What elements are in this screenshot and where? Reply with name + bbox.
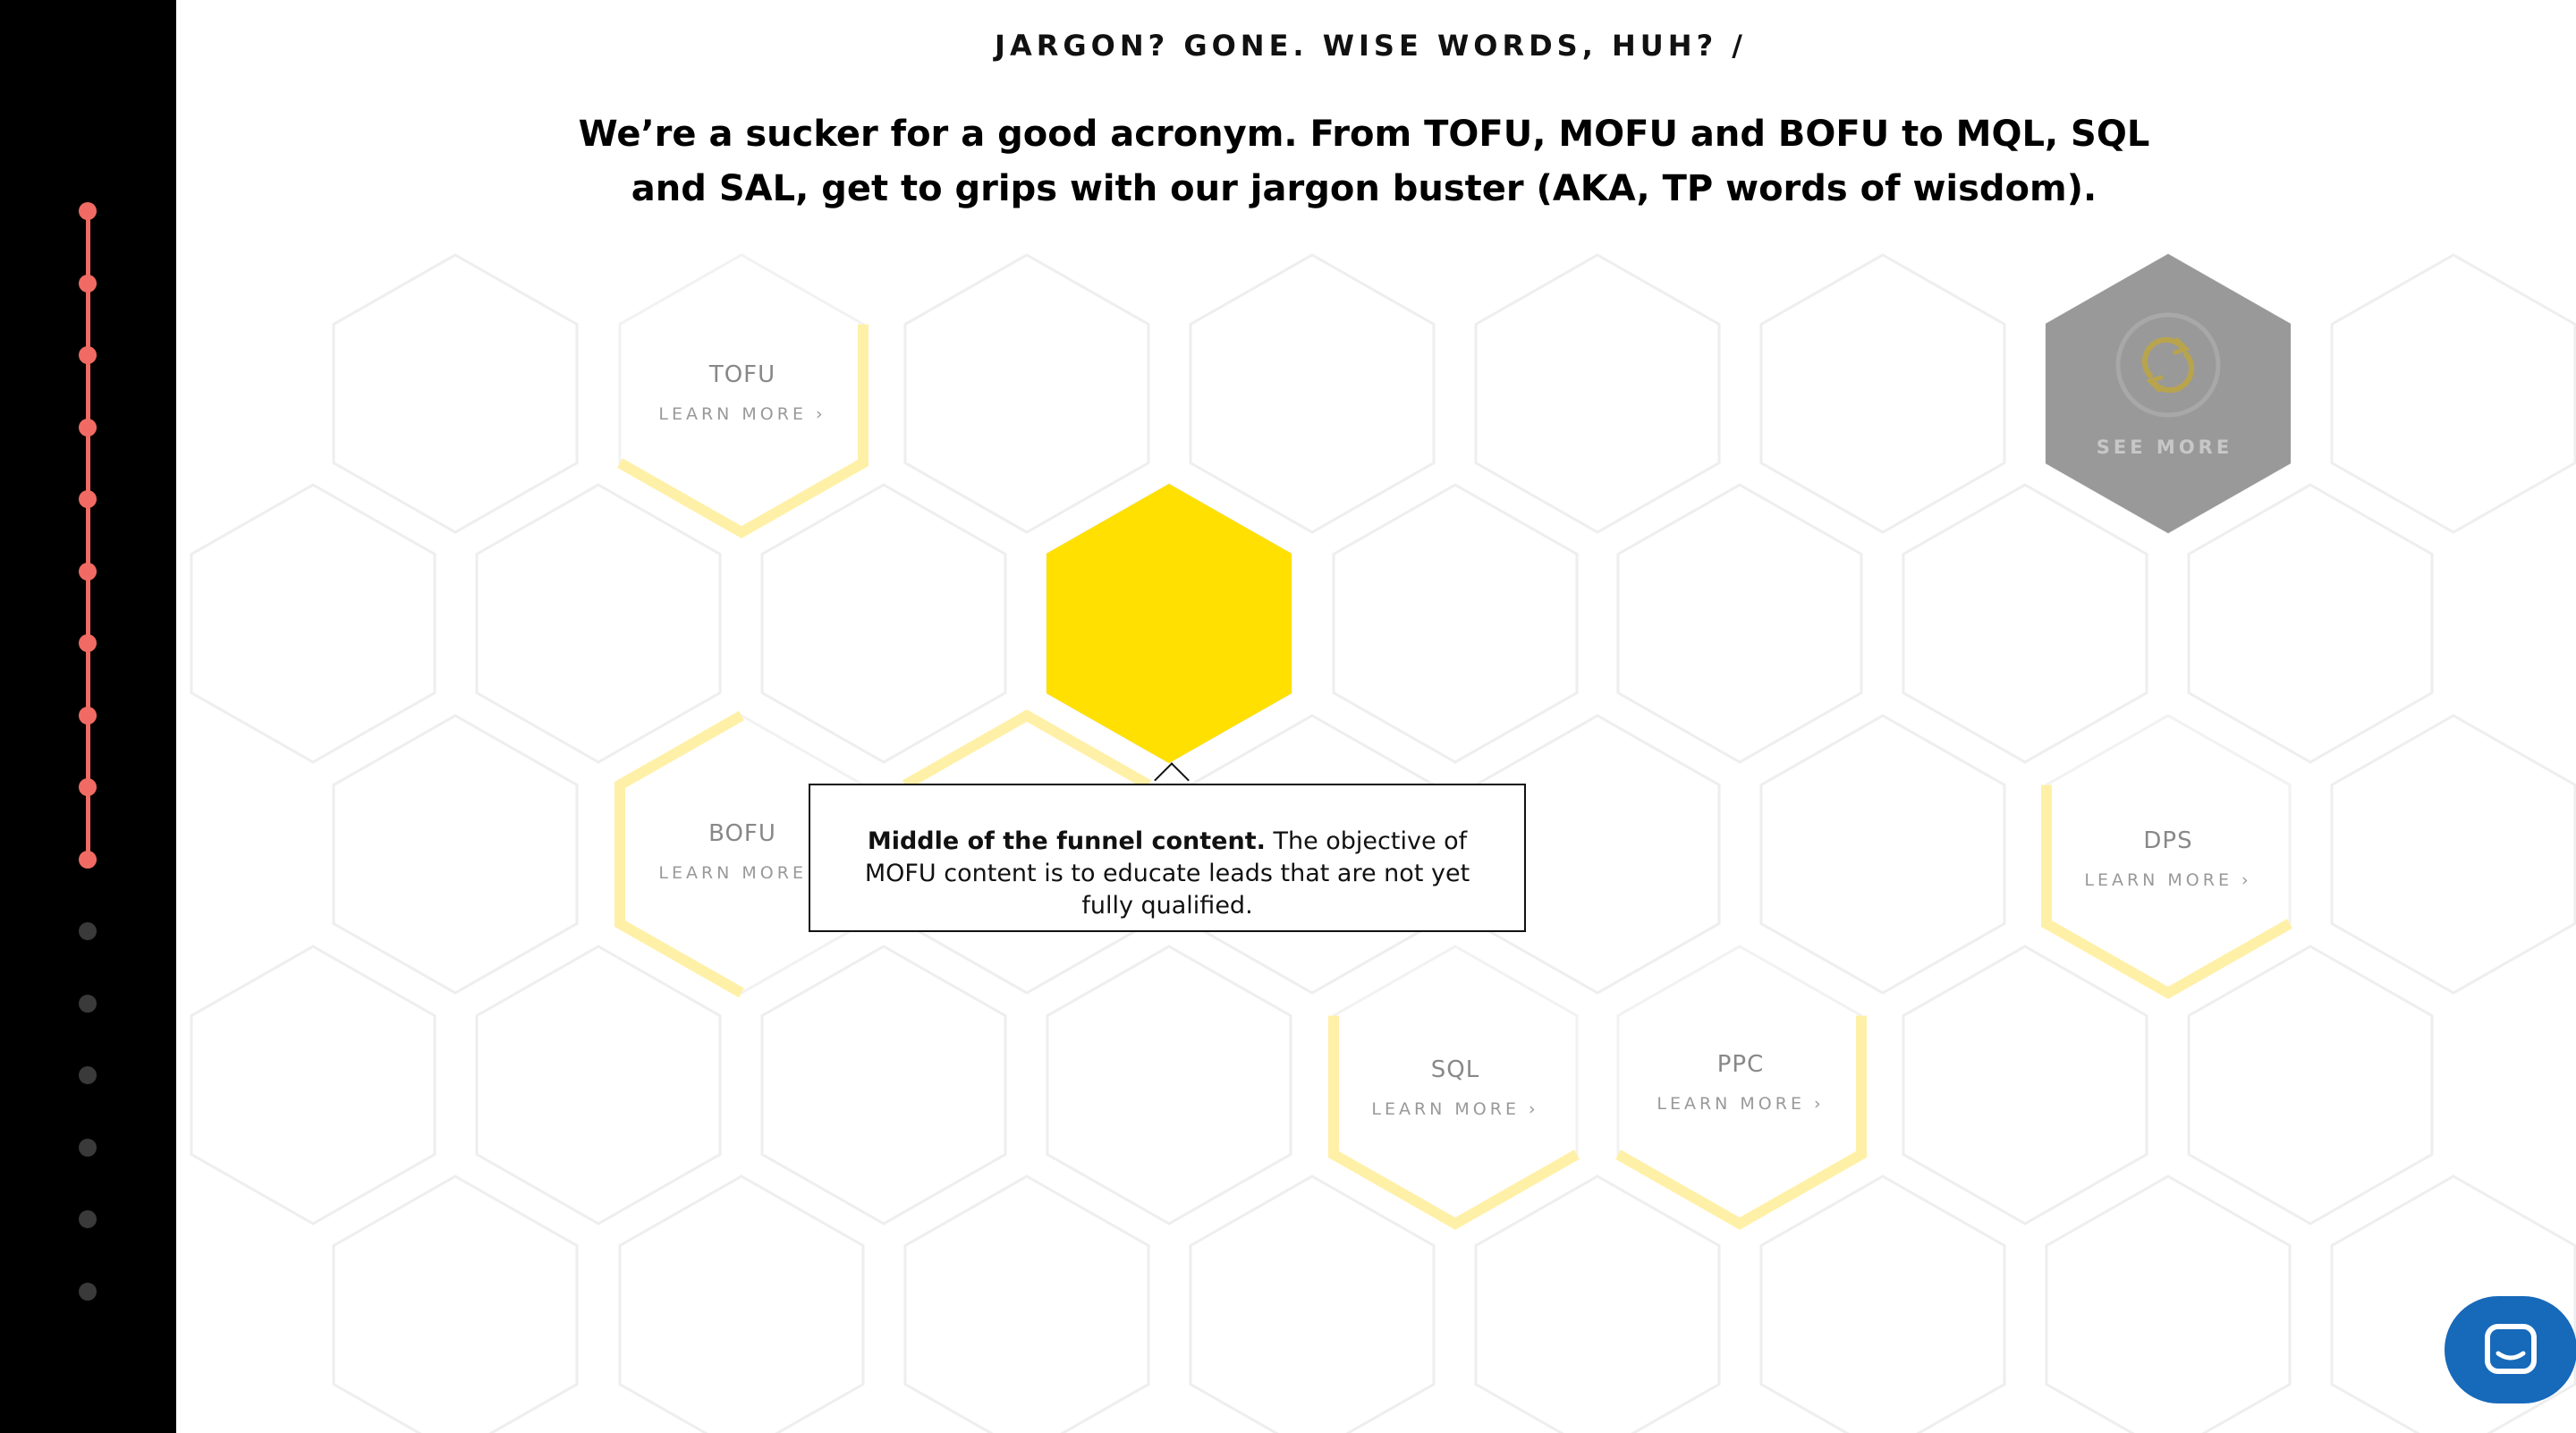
hexagon-cell xyxy=(2045,1174,2292,1433)
hexagon-cell xyxy=(2187,945,2434,1225)
section-intro: We’re a sucker for a good acronym. From … xyxy=(578,114,2150,209)
hexagon-cell xyxy=(2330,714,2576,995)
hexagon-cell xyxy=(475,483,722,764)
hexagon-cell xyxy=(1759,1174,2006,1433)
hexagon-cell xyxy=(1189,253,1436,534)
learn-more-link[interactable]: LEARN MORE › xyxy=(2043,870,2293,890)
hexagon-cell xyxy=(190,945,436,1225)
term-label: DPS xyxy=(2143,827,2193,854)
hexagon-cell xyxy=(760,483,1007,764)
hexagon-cell xyxy=(1474,253,1721,534)
term-ppc[interactable]: PPC LEARN MORE › xyxy=(1615,1051,1866,1114)
section-heading: JARGON? GONE. WISE WORDS, HUH? / xyxy=(995,29,1747,63)
hexagon-cell xyxy=(760,945,1007,1225)
hexagon-cell xyxy=(2187,483,2434,764)
hexagon-cell xyxy=(190,483,436,764)
hexagon-cell xyxy=(2330,253,2576,534)
mofu-hexagon xyxy=(1046,483,1292,764)
hexagon-cell xyxy=(1332,483,1579,764)
hexagon-cell xyxy=(475,945,722,1225)
hexagon-cell xyxy=(903,1174,1150,1433)
learn-more-link[interactable]: LEARN MORE › xyxy=(1330,1099,1580,1119)
hexagon-cell xyxy=(1759,253,2006,534)
hexagon-cell xyxy=(1616,483,1863,764)
term-tooltip: Middle of the funnel content. The object… xyxy=(809,784,1526,932)
term-label: PPC xyxy=(1716,1051,1765,1078)
term-tofu[interactable]: TOFU LEARN MORE › xyxy=(617,361,868,424)
learn-more-link[interactable]: LEARN MORE › xyxy=(617,404,868,424)
learn-more-link[interactable]: LEARN MORE › xyxy=(1615,1094,1866,1114)
tooltip-title: Middle of the funnel content. xyxy=(867,827,1266,855)
hexagon-cell xyxy=(1189,1174,1436,1433)
hexagon-cell xyxy=(332,253,579,534)
term-label: SQL xyxy=(1430,1056,1480,1083)
term-sql[interactable]: SQL LEARN MORE › xyxy=(1330,1056,1580,1119)
hexagon-cell xyxy=(1902,483,2148,764)
hexagon-cell xyxy=(618,1174,865,1433)
hexagon-cell xyxy=(903,253,1150,534)
hexagon-cell xyxy=(1902,945,2148,1225)
see-more-button[interactable]: SEE MORE xyxy=(2039,437,2290,458)
term-dps[interactable]: DPS LEARN MORE › xyxy=(2043,827,2293,890)
chat-button[interactable] xyxy=(2445,1296,2576,1403)
hexagon-cell xyxy=(1046,945,1292,1225)
term-label: TOFU xyxy=(708,361,776,388)
see-more-hexagon xyxy=(2046,253,2291,534)
hexagon-cell xyxy=(332,1174,579,1433)
chat-icon xyxy=(2485,1324,2537,1374)
hexagon-cell xyxy=(332,714,579,995)
hexagon-cell xyxy=(1474,1174,1721,1433)
hexagon-cell xyxy=(1759,714,2006,995)
